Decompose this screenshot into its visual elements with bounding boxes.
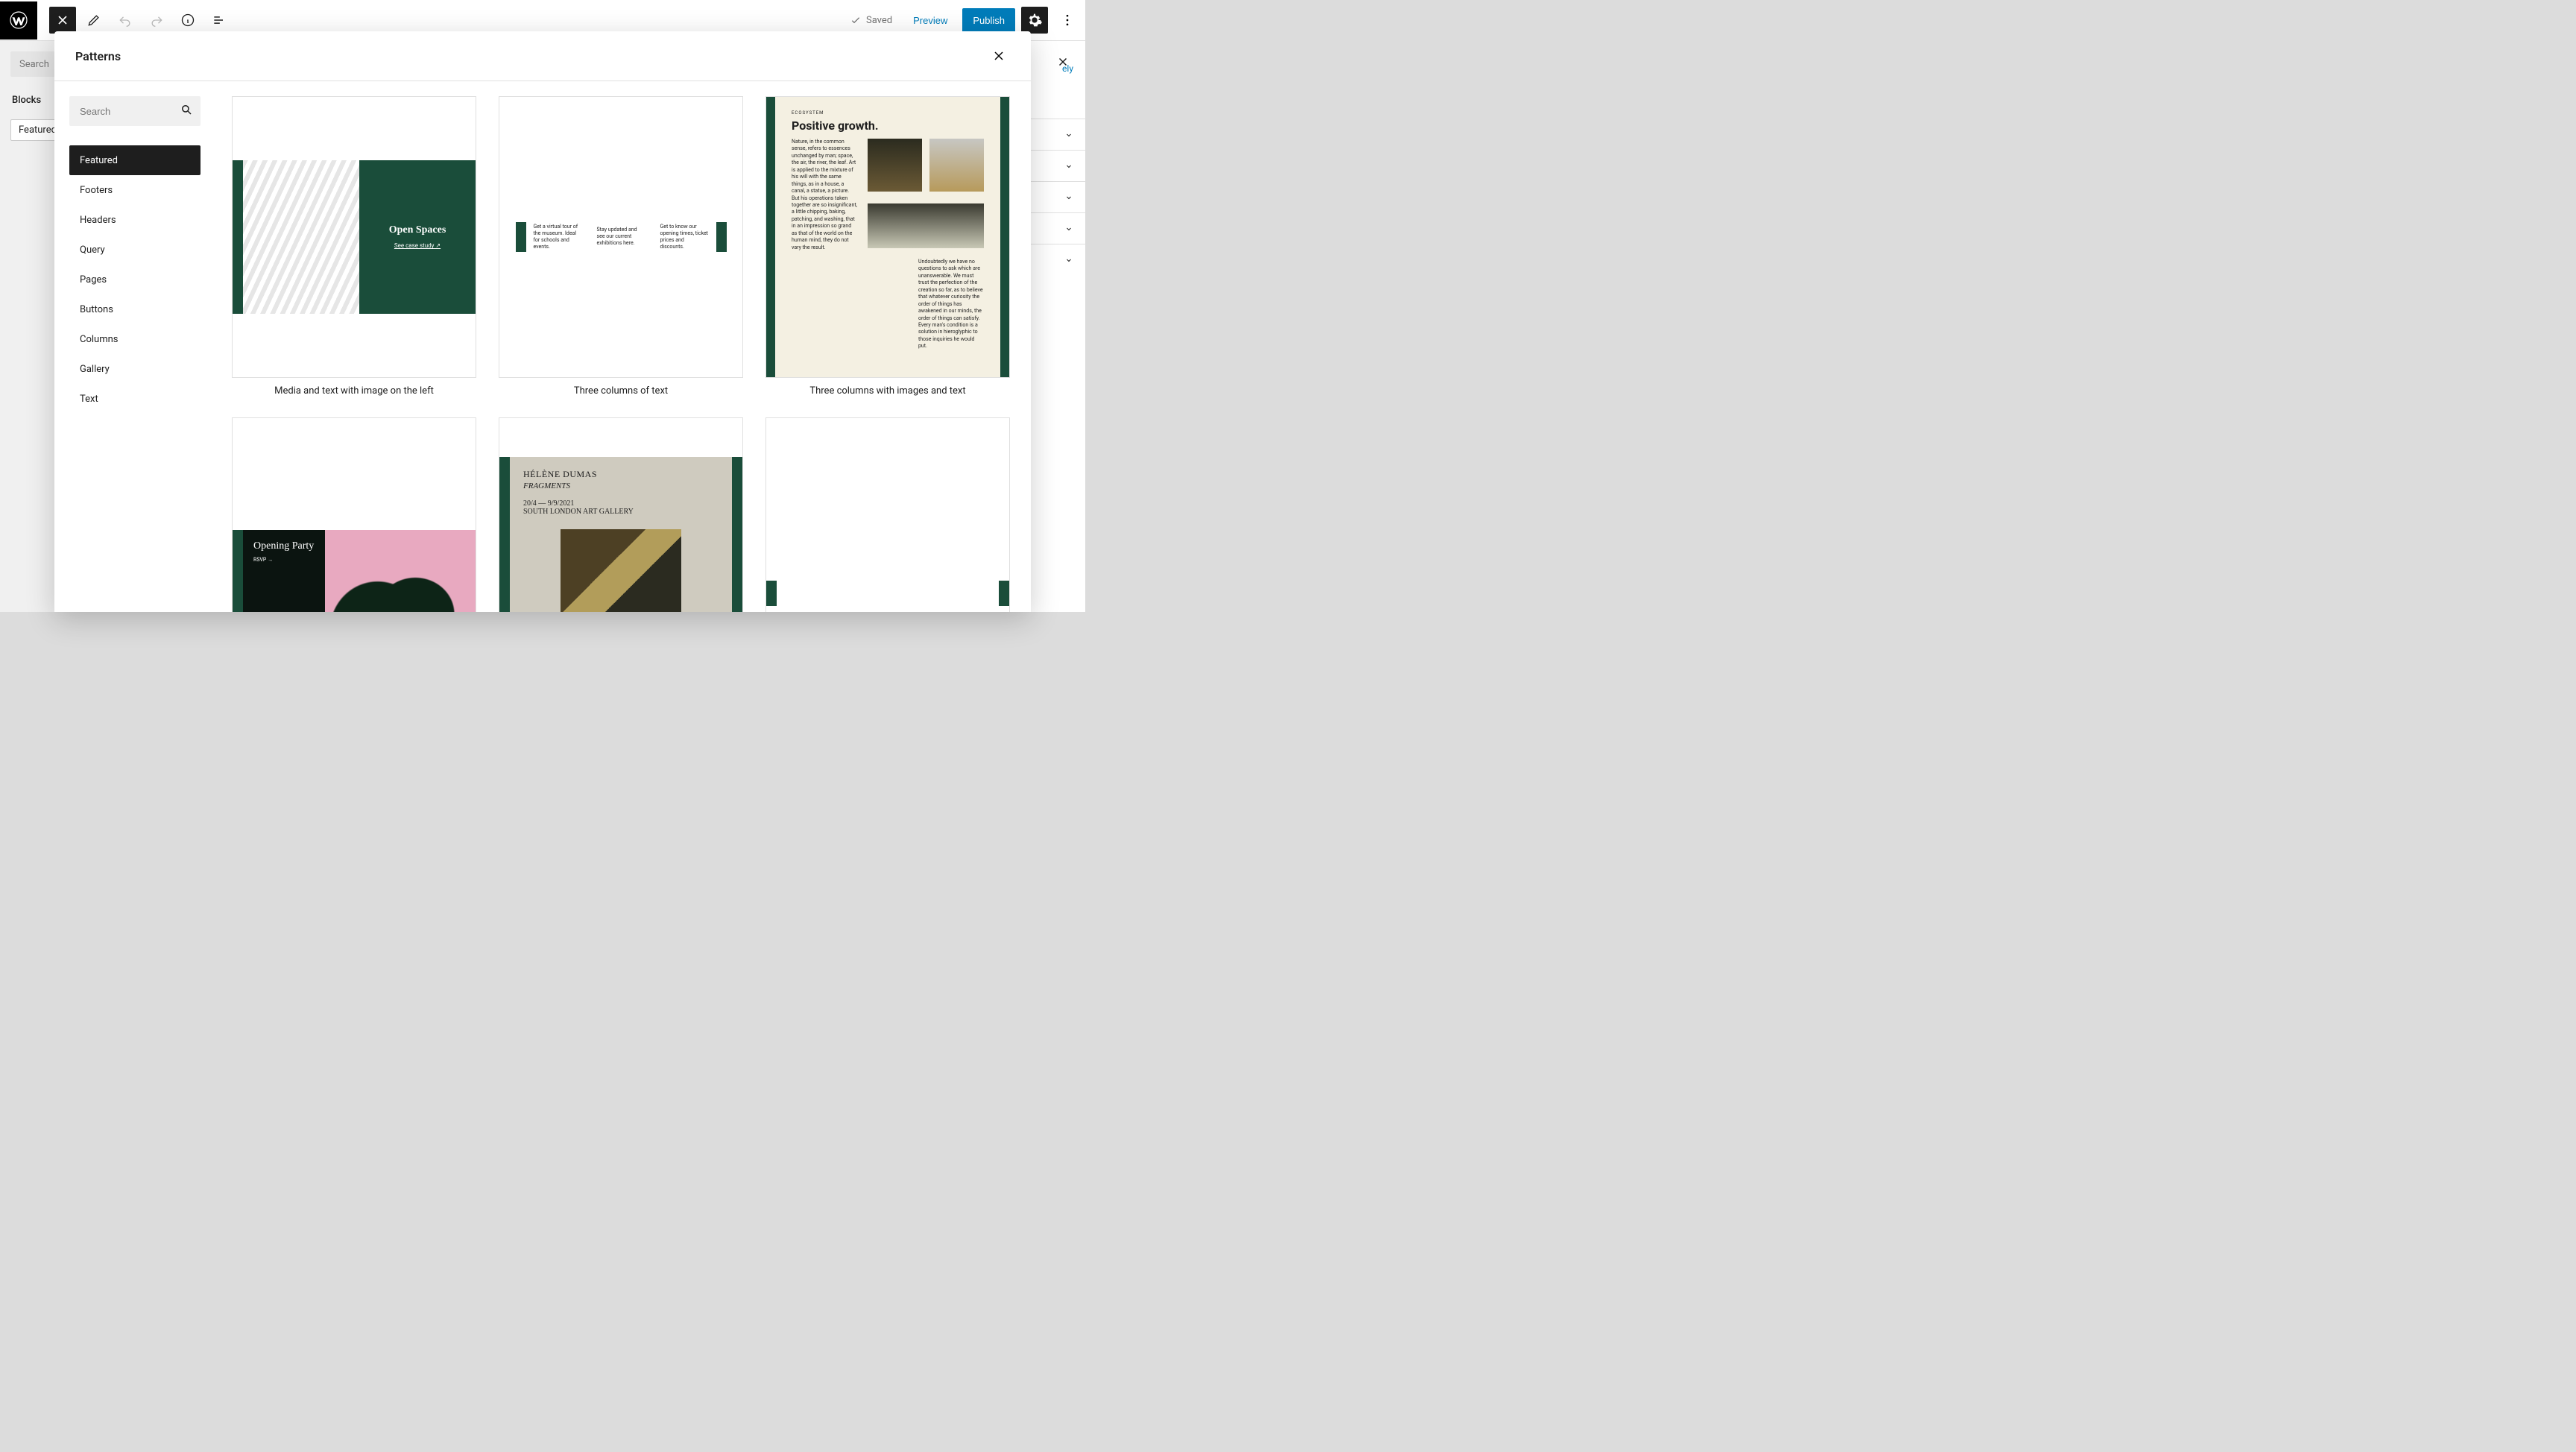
preview-image: [868, 139, 922, 192]
category-label: Columns: [80, 334, 119, 345]
preview-line: SOUTH LONDON ART GALLERY: [523, 508, 719, 516]
category-label: Featured: [80, 155, 118, 166]
preview-link: RSVP →: [253, 557, 315, 563]
patterns-modal: Patterns Featured Footers Headers Query: [54, 31, 1031, 612]
preview-heading: Open Spaces: [389, 224, 446, 236]
preview-line: 20/4 — 9/9/2021: [523, 499, 719, 508]
preview-image: [929, 139, 984, 192]
preview-heading: Opening Party: [253, 540, 315, 552]
pattern-category-list: Featured Footers Headers Query Pages But…: [69, 145, 201, 414]
patterns-modal-body: Featured Footers Headers Query Pages But…: [54, 81, 1031, 612]
pattern-preview: Opening Party RSVP →: [233, 530, 476, 612]
patterns-modal-close-button[interactable]: [988, 45, 1010, 67]
pattern-thumb-opening-party[interactable]: Opening Party RSVP →: [232, 417, 476, 612]
preview-eyebrow: ECOSYSTEM: [792, 110, 984, 116]
pattern-preview: HÉLÈNE DUMAS FRAGMENTS 20/4 — 9/9/2021 S…: [499, 457, 742, 612]
pattern-caption: Three columns with images and text: [765, 385, 1010, 397]
category-headers[interactable]: Headers: [69, 205, 201, 235]
pattern-caption: Three columns of text: [499, 385, 743, 397]
pattern-card: Open Spaces See case study ↗ Media and t…: [232, 96, 476, 397]
category-text[interactable]: Text: [69, 384, 201, 414]
search-icon: [180, 103, 193, 119]
pattern-preview: ECOSYSTEM Positive growth. Nature, in th…: [766, 97, 1009, 377]
preview-col: Get to know our opening times, ticket pr…: [653, 224, 716, 250]
category-gallery[interactable]: Gallery: [69, 354, 201, 384]
pattern-card: ECOSYSTEM Positive growth. Nature, in th…: [765, 96, 1010, 397]
preview-heading: Positive growth.: [792, 119, 984, 133]
category-buttons[interactable]: Buttons: [69, 294, 201, 324]
pattern-thumb-three-cols-images[interactable]: ECOSYSTEM Positive growth. Nature, in th…: [765, 96, 1010, 378]
patterns-search-wrap: [69, 96, 201, 126]
preview-image: [868, 203, 984, 248]
preview-image: [777, 581, 999, 612]
category-label: Buttons: [80, 304, 113, 315]
category-pages[interactable]: Pages: [69, 265, 201, 294]
preview-line: FRAGMENTS: [523, 482, 719, 490]
patterns-modal-header: Patterns: [54, 31, 1031, 81]
pattern-card: Get a virtual tour of the museum. Ideal …: [499, 96, 743, 397]
pattern-card: [765, 417, 1010, 612]
pattern-preview: Open Spaces See case study ↗: [233, 160, 476, 315]
category-label: Gallery: [80, 364, 110, 375]
category-label: Pages: [80, 274, 107, 285]
preview-body: Nature, in the common sense, refers to e…: [792, 139, 857, 251]
category-label: Text: [80, 394, 98, 405]
category-footers[interactable]: Footers: [69, 175, 201, 205]
category-label: Footers: [80, 185, 113, 196]
preview-image: [561, 529, 681, 612]
patterns-modal-overlay: Patterns Featured Footers Headers Query: [0, 0, 1085, 612]
preview-image: [325, 530, 476, 612]
category-label: Headers: [80, 215, 116, 226]
pattern-thumb-gallery-exhibit[interactable]: HÉLÈNE DUMAS FRAGMENTS 20/4 — 9/9/2021 S…: [499, 417, 743, 612]
preview-line: HÉLÈNE DUMAS: [523, 469, 719, 480]
close-icon: [991, 48, 1006, 63]
pattern-preview: Get a virtual tour of the museum. Ideal …: [499, 222, 742, 252]
category-label: Query: [80, 244, 105, 256]
pattern-thumb-sketch[interactable]: [765, 417, 1010, 612]
preview-col: Get a virtual tour of the museum. Ideal …: [526, 224, 590, 250]
patterns-grid: Open Spaces See case study ↗ Media and t…: [232, 96, 1010, 612]
patterns-modal-title: Patterns: [75, 49, 121, 63]
patterns-sidebar: Featured Footers Headers Query Pages But…: [54, 81, 211, 612]
pattern-card: Opening Party RSVP →: [232, 417, 476, 612]
pattern-thumb-three-cols-text[interactable]: Get a virtual tour of the museum. Ideal …: [499, 96, 743, 378]
preview-col: Stay updated and see our current exhibit…: [590, 227, 653, 247]
category-query[interactable]: Query: [69, 235, 201, 265]
pattern-thumb-media-text[interactable]: Open Spaces See case study ↗: [232, 96, 476, 378]
category-featured[interactable]: Featured: [69, 145, 201, 175]
preview-body: Undoubtedly we have no questions to ask …: [918, 259, 984, 350]
patterns-grid-wrap: Open Spaces See case study ↗ Media and t…: [211, 81, 1031, 612]
pattern-card: HÉLÈNE DUMAS FRAGMENTS 20/4 — 9/9/2021 S…: [499, 417, 743, 612]
preview-link: See case study ↗: [394, 242, 441, 249]
pattern-preview: [766, 581, 1009, 612]
category-columns[interactable]: Columns: [69, 324, 201, 354]
pattern-caption: Media and text with image on the left: [232, 385, 476, 397]
